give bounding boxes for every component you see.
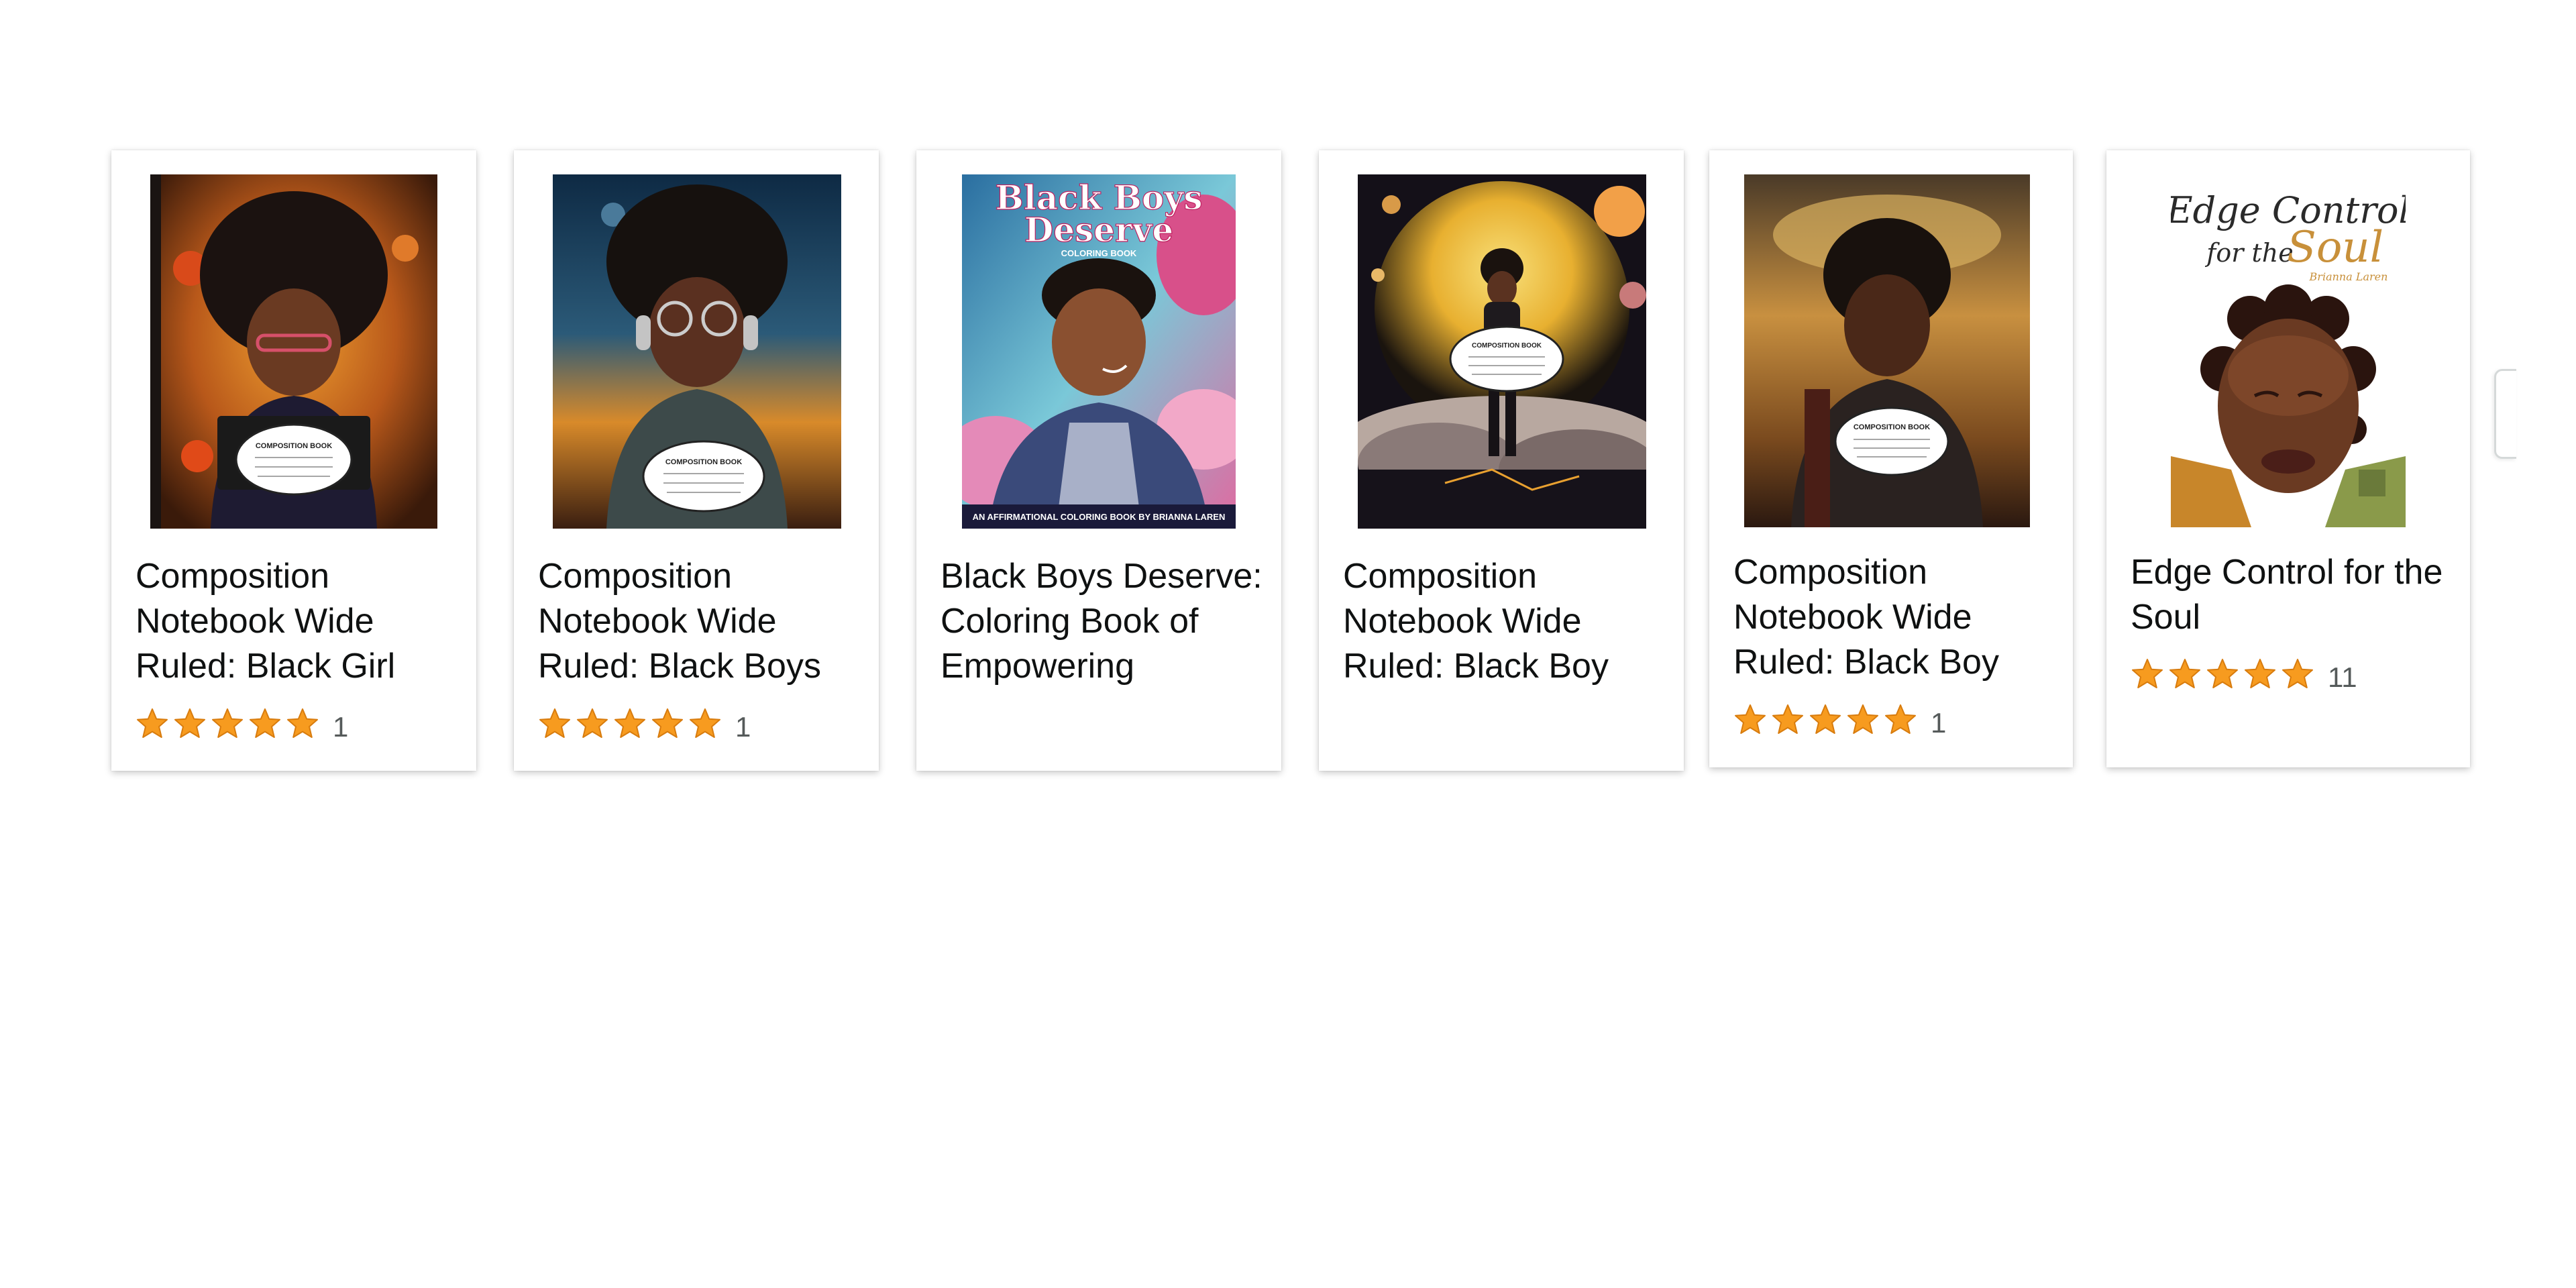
product-card[interactable]: COMPOSITION BOOK Composition Notebook Wi…: [514, 150, 879, 771]
star-rating: [2131, 657, 2314, 691]
book-cover-image[interactable]: COMPOSITION BOOK: [1744, 174, 2030, 527]
star-icon: [250, 708, 280, 738]
product-title[interactable]: Composition Notebook Wide Ruled: Black B…: [1343, 554, 1668, 689]
product-card[interactable]: COMPOSITION BOOK Composition Notebook Wi…: [1709, 150, 2073, 767]
star-icon: [539, 708, 570, 738]
cover-author: Brianna Laren: [2309, 270, 2388, 283]
star-icon: [2282, 659, 2313, 688]
product-rating[interactable]: 11: [2131, 655, 2357, 694]
cover-subtitle: COLORING BOOK: [1061, 248, 1137, 258]
cover-title-line2: Deserve: [1024, 210, 1173, 250]
book-cover-image[interactable]: Edge Control for the Soul Brianna Laren: [2171, 174, 2406, 527]
star-icon: [614, 708, 645, 738]
star-icon: [1885, 704, 1916, 734]
cover-title-line2b: Soul: [2287, 223, 2383, 272]
product-carousel: COMPOSITION BOOK Composition Notebook Wi…: [0, 0, 2576, 1288]
star-icon: [1735, 704, 1766, 734]
star-icon: [652, 708, 683, 738]
rating-count[interactable]: 1: [1931, 707, 1946, 739]
cover-label: COMPOSITION BOOK: [256, 442, 332, 450]
star-icon: [2169, 659, 2200, 688]
product-card[interactable]: Black Boys Deserve COLORING BOOK AN AFFI…: [916, 150, 1281, 771]
cover-label: COMPOSITION BOOK: [665, 458, 742, 466]
star-icon: [2245, 659, 2275, 688]
cover-title-line2a: for the: [2204, 238, 2293, 268]
product-title[interactable]: Composition Notebook Wide Ruled: Black G…: [136, 554, 460, 689]
star-icon: [174, 708, 205, 738]
book-cover-image[interactable]: COMPOSITION BOOK: [553, 174, 841, 529]
product-title[interactable]: Composition Notebook Wide Ruled: Black B…: [538, 554, 863, 689]
star-icon: [2132, 659, 2163, 688]
star-icon: [1810, 704, 1841, 734]
book-cover-image[interactable]: COMPOSITION BOOK: [150, 174, 437, 529]
book-cover-image[interactable]: Black Boys Deserve COLORING BOOK AN AFFI…: [962, 174, 1236, 529]
cover-label: COMPOSITION BOOK: [1472, 342, 1542, 350]
star-icon: [137, 708, 168, 738]
star-icon: [690, 708, 720, 738]
star-icon: [287, 708, 318, 738]
rating-count[interactable]: 1: [333, 711, 348, 743]
star-icon: [212, 708, 243, 738]
cover-label: COMPOSITION BOOK: [1854, 423, 1930, 431]
star-icon: [577, 708, 608, 738]
rating-count[interactable]: 11: [2328, 661, 2357, 694]
product-rating[interactable]: 1: [1733, 700, 1946, 739]
rating-count[interactable]: 1: [735, 711, 751, 743]
carousel-next-button[interactable]: [2494, 369, 2516, 459]
product-card[interactable]: Edge Control for the Soul Brianna Laren: [2106, 150, 2470, 767]
star-icon: [2207, 659, 2238, 688]
book-cover-image[interactable]: COMPOSITION BOOK: [1358, 174, 1646, 529]
cover-footer: AN AFFIRMATIONAL COLORING BOOK BY BRIANN…: [973, 512, 1226, 522]
product-card[interactable]: COMPOSITION BOOK Composition Notebook Wi…: [1319, 150, 1684, 771]
product-title[interactable]: Composition Notebook Wide Ruled: Black B…: [1733, 550, 2057, 685]
product-rating[interactable]: 1: [136, 704, 348, 743]
product-rating[interactable]: 1: [538, 704, 751, 743]
product-card[interactable]: COMPOSITION BOOK Composition Notebook Wi…: [111, 150, 476, 771]
product-title[interactable]: Edge Control for the Soul: [2131, 550, 2454, 640]
star-rating: [136, 707, 319, 741]
star-rating: [1733, 703, 1917, 737]
star-rating: [538, 707, 722, 741]
star-icon: [1847, 704, 1878, 734]
product-title[interactable]: Black Boys Deserve: Coloring Book of Emp…: [941, 554, 1265, 689]
star-icon: [1772, 704, 1803, 734]
